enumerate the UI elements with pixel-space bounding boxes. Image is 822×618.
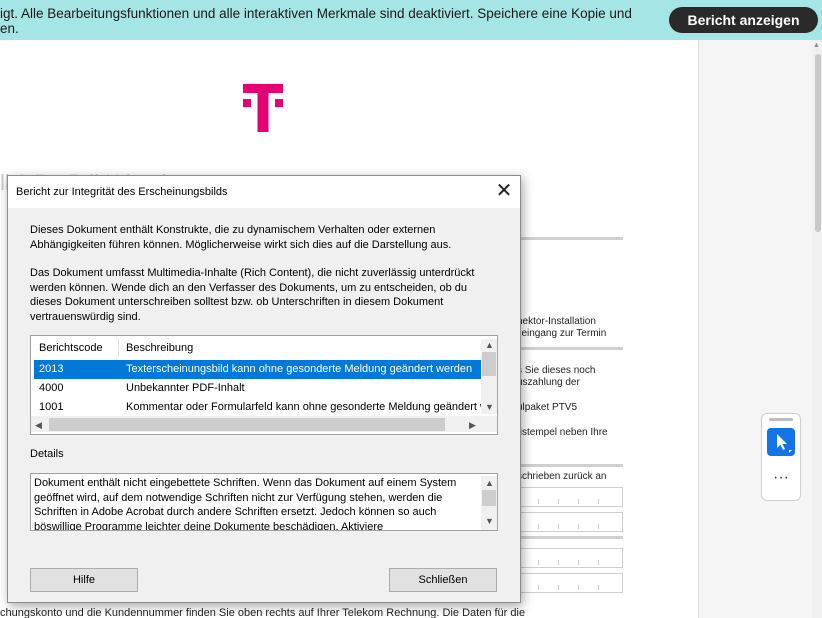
column-header-description[interactable]: Beschreibung <box>126 339 193 357</box>
scroll-up-icon[interactable]: ▲ <box>485 340 494 350</box>
chevron-left-icon[interactable]: ◀ <box>35 420 42 430</box>
dialog-paragraph-1: Dieses Dokument enthält Konstrukte, die … <box>30 224 452 251</box>
form-field[interactable] <box>517 548 623 568</box>
doc-text-fragment: schrieben zurück an <box>517 471 607 482</box>
protected-view-banner: igt. Alle Bearbeitungsfunktionen und all… <box>0 0 822 40</box>
tools-pane <box>698 40 822 618</box>
quick-tools-panel: ··· <box>761 413 801 501</box>
select-tool-button[interactable] <box>767 428 795 456</box>
table-horizontal-thumb[interactable] <box>49 418 445 431</box>
banner-message-line2: en. <box>0 21 19 36</box>
doc-text-fragment: s Sie dieses noch <box>517 365 596 376</box>
page-scroll-thumb[interactable] <box>815 54 821 232</box>
row-description: Texterscheinungsbild kann ohne gesondert… <box>126 363 473 375</box>
details-label: Details <box>30 448 64 460</box>
help-button[interactable]: Hilfe <box>30 568 138 592</box>
doc-text-fragment: ulpaket PTV5 <box>517 402 578 413</box>
row-description: Unbekannter PDF-Inhalt <box>126 382 245 394</box>
banner-message-line1: igt. Alle Bearbeitungsfunktionen und all… <box>0 6 632 21</box>
close-button[interactable]: Schließen <box>389 568 497 592</box>
panel-grip[interactable] <box>769 418 793 421</box>
dialog-titlebar[interactable]: Bericht zur Integrität des Erscheinungsb… <box>8 176 520 208</box>
close-icon[interactable]: ✕ <box>492 180 516 204</box>
banner-message: igt. Alle Bearbeitungsfunktionen und all… <box>0 6 650 36</box>
doc-text-fragment: tistempel neben Ihre <box>517 427 608 438</box>
form-field[interactable] <box>517 512 623 532</box>
details-textbox[interactable]: Dokument enthält nicht eingebettete Schr… <box>30 473 498 531</box>
divider <box>517 464 623 467</box>
chevron-down-icon[interactable]: ▼ <box>485 402 494 412</box>
telekom-t-logo <box>243 84 283 132</box>
row-code: 2013 <box>39 363 64 375</box>
scroll-up-icon[interactable]: ▲ <box>813 42 820 49</box>
more-tools-button[interactable]: ··· <box>762 470 800 486</box>
cursor-arrow-icon <box>777 434 792 453</box>
column-separator[interactable] <box>118 339 119 357</box>
details-text: Dokument enthält nicht eingebettete Schr… <box>34 477 457 531</box>
doc-text-fragment: lleingang zur Termin <box>517 328 607 339</box>
table-row[interactable]: 1001 Kommentar oder Formularfeld kann oh… <box>34 398 481 417</box>
doc-text-fragment: nektor-Installation <box>517 316 596 327</box>
table-row[interactable]: 4000 Unbekannter PDF-Inhalt <box>34 379 481 398</box>
chevron-down-icon[interactable]: ▼ <box>485 516 494 526</box>
divider <box>517 237 623 240</box>
row-code: 4000 <box>39 382 64 394</box>
integrity-report-dialog: Bericht zur Integrität des Erscheinungsb… <box>7 175 521 603</box>
report-table: Berichtscode Beschreibung 2013 Textersch… <box>30 335 498 435</box>
form-field[interactable] <box>517 573 623 593</box>
doc-bottom-text: chungskonto und die Kundennummer finden … <box>0 607 526 618</box>
divider <box>517 536 623 539</box>
column-header-code[interactable]: Berichtscode <box>39 339 103 357</box>
doc-text-fragment: uszahlung der <box>517 377 580 388</box>
chevron-right-icon[interactable]: ▶ <box>469 420 476 430</box>
divider <box>517 347 623 350</box>
form-field[interactable] <box>517 487 623 507</box>
dialog-paragraph-2: Das Dokument umfasst Multimedia-Inhalte … <box>30 267 475 323</box>
row-code: 1001 <box>39 401 64 413</box>
details-scroll-thumb[interactable] <box>482 490 496 506</box>
table-vertical-thumb[interactable] <box>482 352 496 376</box>
table-row[interactable]: 2013 Texterscheinungsbild kann ohne geso… <box>34 360 481 379</box>
row-description: Kommentar oder Formularfeld kann ohne ge… <box>126 401 481 413</box>
dialog-title: Bericht zur Integrität des Erscheinungsb… <box>16 186 228 198</box>
scroll-up-icon[interactable]: ▲ <box>485 478 494 488</box>
show-report-button[interactable]: Bericht anzeigen <box>669 7 818 33</box>
